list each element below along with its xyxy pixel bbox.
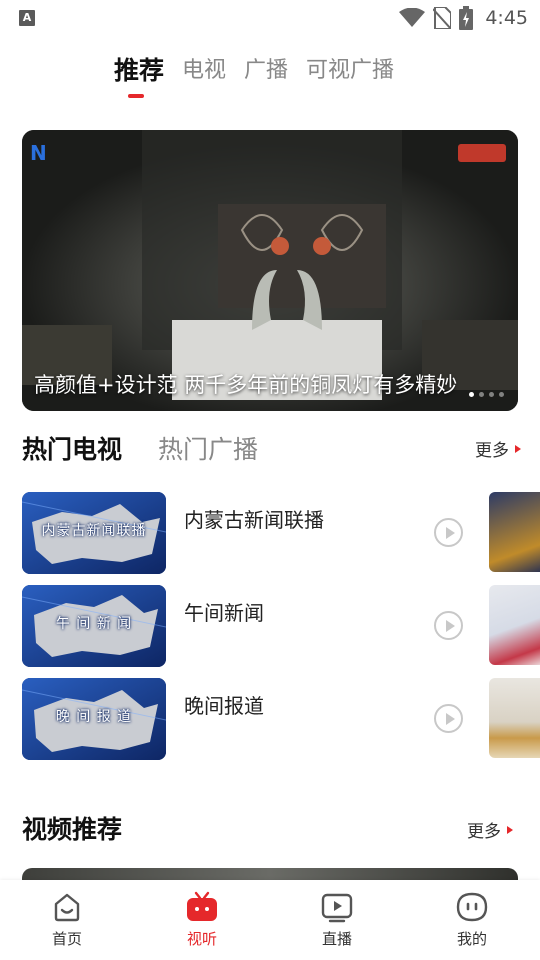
nav-label: 视听 bbox=[186, 930, 217, 948]
notification-icon: A bbox=[19, 10, 35, 26]
program-preview-image bbox=[489, 585, 540, 665]
nav-label: 首页 bbox=[51, 930, 82, 948]
hot-section-tabs: 热门电视 热门广播 bbox=[22, 430, 258, 466]
program-thumbnail: 午 间 新 闻 bbox=[22, 585, 166, 667]
tab-hot-radio[interactable]: 热门广播 bbox=[158, 430, 258, 466]
bottom-nav: 首页 视听 直播 我的 bbox=[0, 880, 540, 960]
tab-tv[interactable]: 电视 bbox=[182, 54, 226, 88]
nav-home[interactable]: 首页 bbox=[27, 890, 107, 949]
nav-media[interactable]: 视听 bbox=[162, 890, 242, 949]
program-thumbnail: 内蒙古新闻联播 bbox=[22, 492, 166, 574]
program-name: 晚间报道 bbox=[184, 694, 264, 718]
more-label: 更多 bbox=[467, 822, 501, 842]
play-icon[interactable] bbox=[434, 704, 463, 733]
svg-text:N: N bbox=[30, 141, 47, 165]
status-icons: 4:45 bbox=[399, 6, 528, 30]
video-more-button[interactable]: 更多 bbox=[467, 817, 513, 842]
live-play-icon bbox=[321, 893, 353, 923]
thumbnail-caption: 午 间 新 闻 bbox=[55, 616, 133, 632]
thumbnail-caption: 晚 间 报 道 bbox=[55, 709, 133, 725]
thumbnail-caption: 内蒙古新闻联播 bbox=[41, 523, 147, 539]
tab-hot-tv[interactable]: 热门电视 bbox=[22, 430, 122, 466]
top-tabs: 推荐 电视 广播 可视广播 bbox=[114, 54, 394, 98]
tab-radio[interactable]: 广播 bbox=[244, 54, 288, 88]
clock: 4:45 bbox=[485, 7, 528, 29]
pager-dot bbox=[469, 392, 474, 397]
more-label: 更多 bbox=[475, 441, 509, 461]
banner-title: 高颜值+设计范 两千多年前的铜凤灯有多精妙 bbox=[34, 373, 458, 397]
profile-icon bbox=[456, 892, 488, 922]
pager-dot bbox=[499, 392, 504, 397]
program-thumbnail: 晚 间 报 道 bbox=[22, 678, 166, 760]
pager-dot bbox=[479, 392, 484, 397]
program-preview-image bbox=[489, 492, 540, 572]
pager-dot bbox=[489, 392, 494, 397]
nav-profile[interactable]: 我的 bbox=[432, 890, 512, 949]
program-name: 午间新闻 bbox=[184, 601, 264, 625]
play-icon[interactable] bbox=[434, 611, 463, 640]
status-bar: A 4:45 bbox=[0, 0, 540, 36]
program-preview-image bbox=[489, 678, 540, 758]
home-icon bbox=[54, 893, 80, 922]
program-item[interactable]: 午 间 新 闻 午间新闻 bbox=[22, 585, 540, 667]
chevron-right-icon bbox=[515, 444, 521, 453]
nav-live[interactable]: 直播 bbox=[297, 890, 377, 949]
tv-icon bbox=[187, 891, 217, 921]
program-name: 内蒙古新闻联播 bbox=[184, 508, 324, 532]
nav-label: 我的 bbox=[456, 930, 487, 948]
video-section-title: 视频推荐 bbox=[22, 815, 123, 844]
hot-more-button[interactable]: 更多 bbox=[475, 436, 521, 461]
no-sim-icon bbox=[433, 7, 452, 29]
chevron-right-icon bbox=[507, 825, 513, 834]
featured-banner[interactable]: N 高颜值+设计范 两千多年前的铜凤灯有多精妙 bbox=[22, 130, 518, 411]
banner-pager bbox=[469, 392, 504, 397]
tab-recommend[interactable]: 推荐 bbox=[114, 54, 164, 98]
tab-visual-radio[interactable]: 可视广播 bbox=[306, 54, 394, 88]
wifi-icon bbox=[399, 8, 426, 27]
battery-charging-icon bbox=[459, 6, 474, 30]
program-item[interactable]: 内蒙古新闻联播 内蒙古新闻联播 bbox=[22, 492, 540, 574]
play-icon[interactable] bbox=[434, 518, 463, 547]
nav-label: 直播 bbox=[321, 930, 352, 948]
program-item[interactable]: 晚 间 报 道 晚间报道 bbox=[22, 678, 540, 760]
